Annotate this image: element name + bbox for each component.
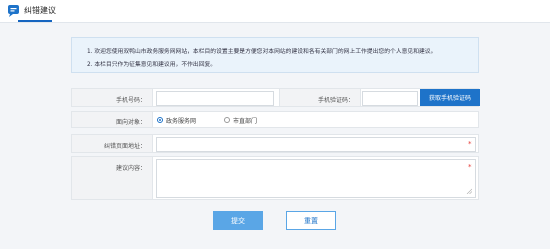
page-header: 纠错建议 [0,0,550,23]
code-input[interactable] [362,91,418,106]
code-label: 手机验证码： [317,97,354,104]
phone-input[interactable] [156,91,274,106]
target-label: 面向对象： [115,119,146,126]
url-input[interactable] [156,137,476,152]
notice-line-2: 2. 本栏目只作为征集意见和建议用，不作出回复。 [87,62,217,68]
content-textarea[interactable] [156,159,476,198]
url-row: 纠错页面地址： * [71,134,479,153]
resize-handle-icon[interactable] [466,188,472,194]
phone-label: 手机号码： [115,97,146,104]
radio-city-departments[interactable] [224,117,230,123]
target-label-cell: 面向对象： [72,112,153,127]
code-label-cell: 手机验证码： [279,89,361,106]
content-row: 建议内容： * [71,156,479,200]
title-underline [18,20,52,22]
radio-government-portal[interactable] [157,117,163,123]
content-required-mark: * [468,163,472,171]
get-code-button[interactable]: 获取手机验证码 [420,89,480,106]
radio-label-city-departments: 市直部门 [233,118,258,125]
url-label-cell: 纠错页面地址： [72,135,153,152]
notice-line-1: 1. 欢迎您使用双鸭山市政务服务网网站，本栏目的设置主要是方便您对本网站的建设和… [87,49,437,55]
page-title: 纠错建议 [24,6,56,15]
reset-button[interactable]: 重置 [286,211,336,230]
phone-row: 手机号码： 手机验证码： 获取手机验证码 [71,88,480,107]
url-label: 纠错页面地址： [103,143,146,150]
target-row: 面向对象： 政务服务网 市直部门 [71,111,479,128]
content-label: 建议内容： [115,165,146,172]
submit-button[interactable]: 提交 [213,211,263,230]
radio-label-government-portal: 政务服务网 [166,118,197,125]
feedback-logo-icon [8,5,19,17]
url-required-mark: * [468,140,472,148]
content-label-cell: 建议内容： [72,157,153,199]
phone-label-cell: 手机号码： [72,89,153,106]
notice-box: 1. 欢迎您使用双鸭山市政务服务网网站，本栏目的设置主要是方便您对本网站的建设和… [71,37,479,73]
